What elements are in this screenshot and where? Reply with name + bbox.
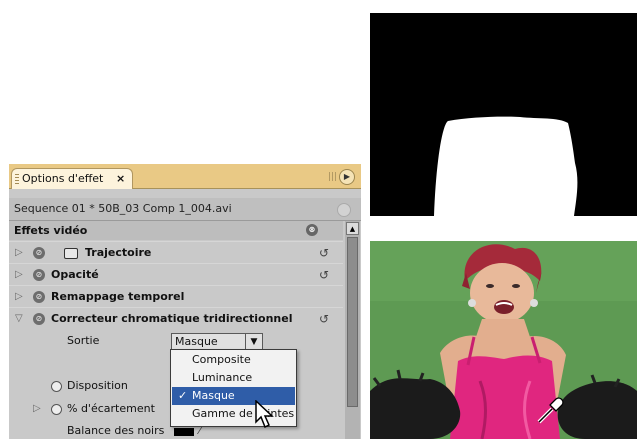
property-label: Balance des noirs	[67, 424, 165, 437]
motion-transform-icon[interactable]	[64, 248, 78, 259]
stopwatch-icon[interactable]	[51, 381, 62, 392]
dropdown-option-luminance[interactable]: Luminance	[172, 369, 295, 387]
tab-label: Options d'effet	[22, 172, 104, 185]
dropdown-option-composite[interactable]: Composite	[172, 351, 295, 369]
effect-row-trajectoire[interactable]: ▷ ⊘ Trajectoire ↺	[9, 241, 343, 264]
checkmark-icon: ✓	[178, 389, 188, 402]
expand-triangle-icon[interactable]: ▷	[15, 286, 23, 308]
option-label: Luminance	[192, 371, 253, 384]
eyedropper-icon	[537, 397, 564, 424]
effect-name: Trajectoire	[85, 246, 152, 259]
option-label: Gamme de teintes	[192, 407, 295, 420]
reset-icon[interactable]: ↺	[319, 242, 329, 264]
effect-row-correcteur[interactable]: ▽ ⊘ Correcteur chromatique tridirectionn…	[9, 307, 343, 330]
effect-row-opacite[interactable]: ▷ ⊘ Opacité ↺	[9, 263, 343, 286]
select-value: Masque	[175, 335, 218, 348]
scroll-up-icon[interactable]: ▲	[346, 222, 359, 235]
sequence-header: Sequence 01 * 50B_03 Comp 1_004.avi	[9, 198, 361, 221]
go-to-clip-icon[interactable]	[337, 203, 351, 217]
tab-effect-controls[interactable]: Options d'effet ×	[11, 168, 133, 189]
panel-grip-icon[interactable]	[329, 172, 337, 181]
stopwatch-icon[interactable]	[51, 404, 62, 415]
tab-grip-icon[interactable]	[15, 174, 19, 184]
fx-toggle-icon[interactable]: ⊘	[33, 313, 45, 325]
option-label: Composite	[192, 353, 251, 366]
expand-triangle-icon[interactable]: ▷	[15, 242, 23, 264]
color-swatch[interactable]	[174, 428, 194, 436]
video-effects-header: Effets vidéo ⊗	[9, 221, 343, 240]
expand-triangle-icon[interactable]: ▷	[15, 264, 23, 286]
effect-name: Correcteur chromatique tridirectionnel	[51, 312, 293, 325]
video-preview	[370, 241, 637, 439]
fx-toggle-icon[interactable]: ⊘	[33, 269, 45, 281]
collapse-icon[interactable]: ⊗	[306, 224, 318, 236]
reset-icon[interactable]: ↺	[319, 264, 329, 286]
sequence-title: Sequence 01 * 50B_03 Comp 1_004.avi	[14, 202, 232, 215]
tab-close-icon[interactable]: ×	[116, 169, 125, 189]
section-title: Effets vidéo	[14, 224, 88, 237]
effect-name: Remappage temporel	[51, 290, 185, 303]
matte-preview	[370, 13, 637, 216]
effect-name: Opacité	[51, 268, 99, 281]
chevron-down-icon[interactable]: ▼	[245, 334, 262, 350]
effect-controls-panel: Options d'effet × ▶ Sequence 01 * 50B_03…	[9, 164, 361, 439]
option-label: Masque	[192, 389, 235, 402]
mouse-cursor-icon	[255, 400, 274, 429]
fx-toggle-icon[interactable]: ⊘	[33, 247, 45, 259]
expand-triangle-icon[interactable]: ▷	[33, 398, 41, 420]
output-dropdown-list: Composite Luminance ✓ Masque Gamme de te…	[170, 349, 297, 427]
scroll-thumb[interactable]	[347, 237, 358, 407]
reset-icon[interactable]: ↺	[319, 308, 329, 330]
flyout-menu-icon[interactable]: ▶	[339, 169, 355, 185]
effect-row-remappage[interactable]: ▷ ⊘ Remappage temporel	[9, 285, 343, 308]
collapse-triangle-icon[interactable]: ▽	[15, 308, 23, 330]
matte-silhouette-image	[434, 116, 578, 216]
vertical-scrollbar[interactable]: ▲	[345, 221, 360, 439]
video-frame-image	[370, 241, 637, 439]
property-label: Sortie	[67, 334, 100, 347]
fx-toggle-icon[interactable]: ⊘	[33, 291, 45, 303]
property-label: Disposition	[67, 379, 128, 392]
panel-tab-bar: Options d'effet × ▶	[9, 164, 361, 189]
property-label: % d'écartement	[67, 402, 155, 415]
